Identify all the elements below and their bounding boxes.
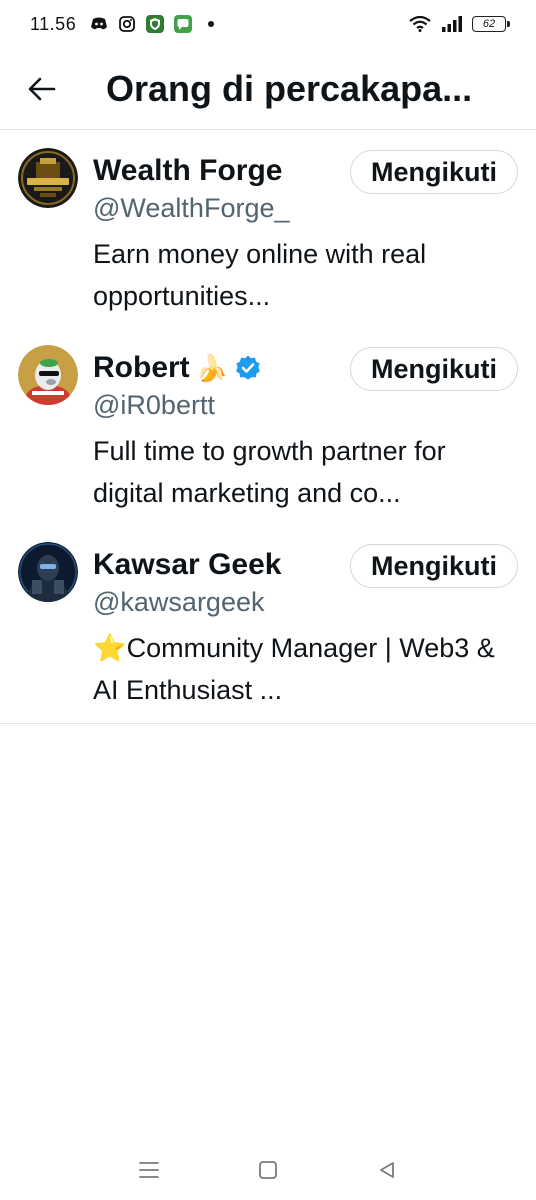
banana-emoji: 🍌 <box>195 353 229 383</box>
user-name-row: Wealth Forge <box>93 153 282 189</box>
status-left: 11.56 <box>30 14 220 35</box>
signal-icon <box>440 15 464 33</box>
home-square-icon <box>258 1160 278 1180</box>
user-item-wealth-forge[interactable]: Wealth Forge @WealthForge_ Earn money on… <box>0 131 536 328</box>
status-time: 11.56 <box>30 13 77 34</box>
chat-app-icon <box>174 15 193 33</box>
header: Orang di percakapa... <box>0 48 536 130</box>
user-name[interactable]: Wealth Forge <box>93 153 282 189</box>
back-nav-button[interactable] <box>367 1150 407 1190</box>
notification-dot <box>202 15 220 33</box>
menu-button[interactable] <box>129 1150 169 1190</box>
system-nav-bar <box>0 1140 536 1200</box>
following-button[interactable]: Mengikuti <box>350 544 518 588</box>
arrow-left-icon <box>28 77 56 101</box>
shield-app-icon <box>146 15 165 33</box>
following-button[interactable]: Mengikuti <box>350 347 518 391</box>
wifi-icon <box>408 15 432 33</box>
page-title: Orang di percakapa... <box>106 67 473 109</box>
instagram-icon <box>118 15 136 33</box>
home-button[interactable] <box>248 1150 288 1190</box>
user-item-kawsar-geek[interactable]: Kawsar Geek @kawsargeek ⭐Community Manag… <box>0 525 536 722</box>
user-bio: Earn money online with real opportunitie… <box>93 239 427 311</box>
avatar[interactable] <box>18 542 78 602</box>
avatar[interactable] <box>18 148 78 208</box>
user-item-robert[interactable]: Robert 🍌 @iR0bertt Full time to growth p… <box>0 328 536 525</box>
user-handle: @kawsargeek <box>93 587 265 617</box>
following-button[interactable]: Mengikuti <box>350 150 518 194</box>
user-bio: Full time to growth partner for digital … <box>93 436 446 508</box>
back-triangle-icon <box>377 1160 397 1180</box>
verified-badge-icon <box>234 354 262 382</box>
user-name[interactable]: Kawsar Geek <box>93 547 281 583</box>
user-name[interactable]: Robert <box>93 350 190 386</box>
status-right: 62 <box>408 15 510 33</box>
user-list: Wealth Forge @WealthForge_ Earn money on… <box>0 131 536 722</box>
status-bar: 11.56 62 <box>0 0 536 48</box>
list-divider <box>0 723 536 724</box>
user-name-row: Robert 🍌 <box>93 350 262 386</box>
avatar[interactable] <box>18 345 78 405</box>
user-bio: ⭐Community Manager | Web3 & AI Enthusias… <box>93 633 495 705</box>
battery-icon: 62 <box>472 16 510 32</box>
menu-icon <box>138 1161 160 1179</box>
user-name-row: Kawsar Geek <box>93 547 281 583</box>
user-handle: @iR0bertt <box>93 390 215 420</box>
discord-icon <box>90 15 108 33</box>
user-handle: @WealthForge_ <box>93 193 290 223</box>
back-button[interactable] <box>22 69 62 109</box>
